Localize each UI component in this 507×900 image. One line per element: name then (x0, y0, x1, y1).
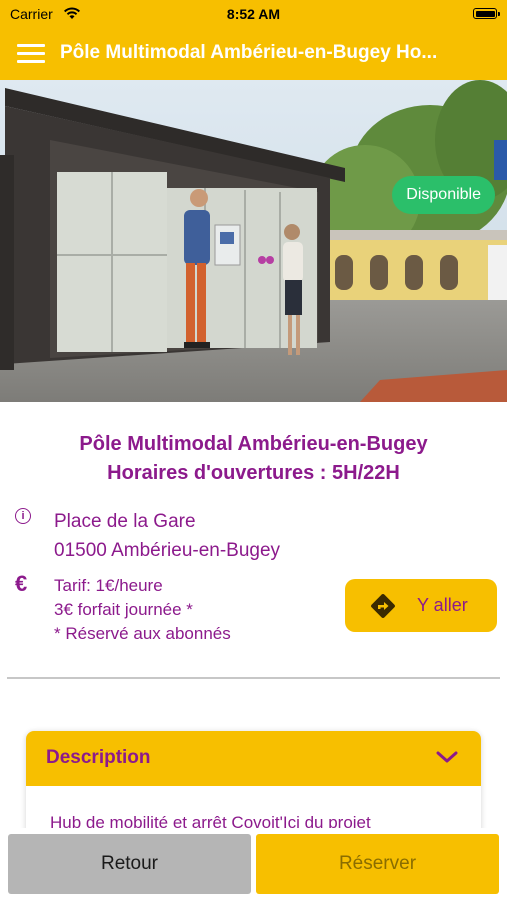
info-icon: i (15, 508, 31, 524)
price-note: * Réservé aux abonnés (54, 624, 231, 643)
directions-icon (371, 594, 395, 618)
pricing: Tarif: 1€/heure 3€ forfait journée * * R… (54, 574, 231, 646)
euro-icon: € (15, 571, 28, 596)
bottom-action-bar: Retour Réserver (0, 828, 507, 900)
nav-bar: Pôle Multimodal Ambérieu-en-Bugey Ho... (0, 28, 507, 80)
description-header[interactable]: Description (26, 731, 481, 786)
station-photo: Disponible (0, 80, 507, 402)
price-daily: 3€ forfait journée * (54, 600, 193, 619)
directions-button[interactable]: Y aller (345, 579, 497, 632)
reserve-button[interactable]: Réserver (256, 834, 499, 894)
address: Place de la Gare 01500 Ambérieu-en-Bugey (54, 507, 280, 565)
status-bar: Carrier 8:52 AM (0, 0, 507, 28)
opening-hours: Horaires d'ouvertures : 5H/22H (107, 462, 400, 484)
battery-icon (473, 8, 500, 19)
station-title: Pôle Multimodal Ambérieu-en-Bugey Horair… (0, 430, 507, 488)
directions-label: Y aller (417, 595, 468, 615)
station-name: Pôle Multimodal Ambérieu-en-Bugey (79, 433, 428, 455)
back-button-label: Retour (100, 853, 159, 874)
address-city: 01500 Ambérieu-en-Bugey (54, 540, 281, 561)
reserve-button-label: Réserver (338, 853, 417, 874)
price-hourly: Tarif: 1€/heure (54, 576, 163, 595)
status-time: 8:52 AM (226, 6, 281, 22)
hamburger-menu-icon[interactable] (17, 44, 45, 64)
back-button[interactable]: Retour (8, 834, 251, 894)
nav-title: Pôle Multimodal Ambérieu-en-Bugey Ho... (60, 42, 438, 63)
divider (7, 677, 500, 679)
description-title: Description (46, 747, 151, 768)
chevron-down-icon (436, 751, 458, 763)
availability-badge: Disponible (392, 176, 495, 214)
address-street: Place de la Gare (54, 511, 196, 532)
